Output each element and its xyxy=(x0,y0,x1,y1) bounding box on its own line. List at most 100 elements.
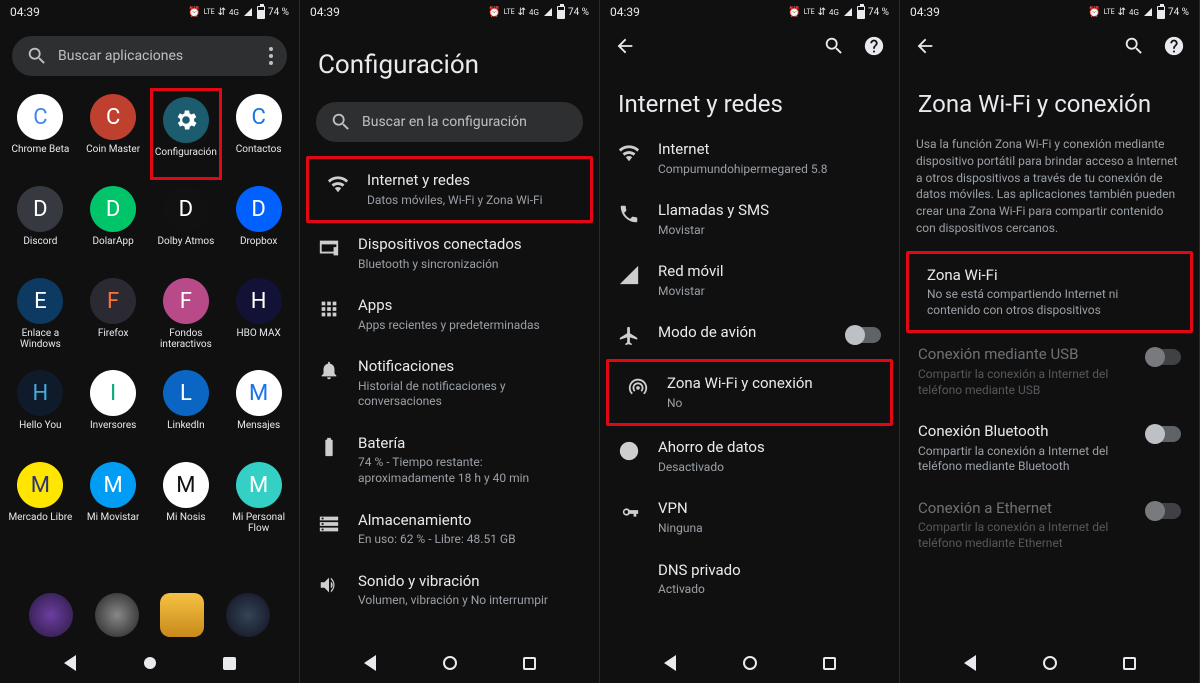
search-icon[interactable] xyxy=(823,35,845,57)
network-item-vpn[interactable]: VPNNinguna xyxy=(600,487,899,548)
help-icon[interactable] xyxy=(863,35,885,57)
item-title: Internet xyxy=(658,140,881,160)
app-dolarapp[interactable]: DDolarApp xyxy=(77,180,150,272)
item-title: VPN xyxy=(658,499,881,519)
app-discord[interactable]: DDiscord xyxy=(4,180,77,272)
panel-internet-redes: 04:39 ⏰ LTE ⇵ 4G 74 % Internet y redes I… xyxy=(600,0,900,683)
nav-home[interactable] xyxy=(1040,653,1060,673)
nav-recent[interactable] xyxy=(519,653,539,673)
item-title: Llamadas y SMS xyxy=(658,201,881,221)
signal-icon xyxy=(618,264,640,286)
battery-pct: 74 % xyxy=(268,7,289,18)
item-subtitle: Bluetooth y sincronización xyxy=(358,257,581,273)
app-icon: D xyxy=(90,186,136,232)
search-apps[interactable]: Buscar aplicaciones xyxy=(12,36,287,76)
battery-icon xyxy=(557,6,565,19)
item-title: Notificaciones xyxy=(358,357,581,377)
nav-back[interactable] xyxy=(660,653,680,673)
app-firefox[interactable]: FFirefox xyxy=(77,272,150,364)
nav-back[interactable] xyxy=(960,653,980,673)
search-icon[interactable] xyxy=(1123,35,1145,57)
status-bar: 04:39 ⏰ LTE ⇵ 4G 74 % xyxy=(0,0,299,24)
status-bar: 04:39 ⏰ LTE ⇵ 4G 74 % xyxy=(600,0,899,24)
settings-item-dispositivos-conectados[interactable]: Dispositivos conectadosBluetooth y sincr… xyxy=(300,223,599,284)
nav-recent[interactable] xyxy=(819,653,839,673)
settings-item-sonido-y-vibraci-n[interactable]: Sonido y vibraciónVolumen, vibración y N… xyxy=(300,560,599,621)
app-label: Chrome Beta xyxy=(11,144,69,155)
toggle[interactable] xyxy=(847,327,881,343)
app-icon: M xyxy=(236,462,282,508)
nav-back[interactable] xyxy=(60,653,80,673)
network-item-dns-privado[interactable]: DNS privadoActivado xyxy=(600,549,899,610)
app-linkedin[interactable]: LLinkedIn xyxy=(150,364,223,456)
nav-recent[interactable] xyxy=(1119,653,1139,673)
app-icon xyxy=(163,97,209,143)
app-mi-nosis[interactable]: MMi Nosis xyxy=(150,456,223,548)
network-item-red-m-vil[interactable]: Red móvilMovistar xyxy=(600,250,899,311)
network-item-zona-wi-fi-y-conexi-n[interactable]: Zona Wi-Fi y conexiónNo xyxy=(609,362,890,423)
settings-item-bater-a[interactable]: Batería74 % - Tiempo restante: aproximad… xyxy=(300,422,599,499)
nav-home[interactable] xyxy=(440,653,460,673)
back-icon[interactable] xyxy=(914,35,936,57)
item-title: Batería xyxy=(358,434,581,454)
network-item-internet[interactable]: InternetCompumundohipermegared 5.8 xyxy=(600,128,899,189)
item-subtitle: No se está compartiendo Internet ni cont… xyxy=(927,287,1172,318)
app-contactos[interactable]: CContactos xyxy=(222,88,295,180)
battery-icon xyxy=(257,6,265,19)
help-icon[interactable] xyxy=(1163,35,1185,57)
app-coin-master[interactable]: CCoin Master xyxy=(77,88,150,180)
battery-icon xyxy=(857,6,865,19)
app-mensajes[interactable]: MMensajes xyxy=(222,364,295,456)
app-icon: H xyxy=(236,278,282,324)
settings-list: Zona Wi-FiNo se está compartiendo Intern… xyxy=(900,251,1199,643)
settings-item-almacenamiento[interactable]: AlmacenamientoEn uso: 62 % - Libre: 48.5… xyxy=(300,499,599,560)
app-inversores[interactable]: IInversores xyxy=(77,364,150,456)
network-item-modo-de-avi-n[interactable]: Modo de avión xyxy=(600,311,899,359)
search-placeholder: Buscar aplicaciones xyxy=(58,48,183,64)
network-item-llamadas-y-sms[interactable]: Llamadas y SMSMovistar xyxy=(600,189,899,250)
app-label: Configuración xyxy=(155,147,217,158)
app-dolby-atmos[interactable]: DDolby Atmos xyxy=(150,180,223,272)
app-icon: M xyxy=(17,462,63,508)
dock-app-4[interactable] xyxy=(226,593,270,637)
item-subtitle: En uso: 62 % - Libre: 48.51 GB xyxy=(358,532,581,548)
nav-bar xyxy=(600,643,899,683)
toggle[interactable] xyxy=(1147,426,1181,442)
item-subtitle: Movistar xyxy=(658,284,881,300)
app-chrome-beta[interactable]: CChrome Beta xyxy=(4,88,77,180)
app-enlace-a-windows[interactable]: EEnlace a Windows xyxy=(4,272,77,364)
app-mi-movistar[interactable]: MMi Movistar xyxy=(77,456,150,548)
app-mercado-libre[interactable]: M Mercado Libre xyxy=(4,456,77,548)
dock-app-2[interactable] xyxy=(95,593,139,637)
nav-back[interactable] xyxy=(360,653,380,673)
nav-recent[interactable] xyxy=(219,653,239,673)
app-icon: I xyxy=(90,370,136,416)
app-configuraci-n[interactable]: Configuración xyxy=(150,88,223,180)
app-icon: F xyxy=(90,278,136,324)
app-label: Mercado Libre xyxy=(8,512,72,523)
settings-item-internet-y-redes[interactable]: Internet y redesDatos móviles, Wi-Fi y Z… xyxy=(309,159,590,220)
dock-app-3[interactable] xyxy=(160,593,204,637)
battery-pct: 74 % xyxy=(868,7,889,18)
item-title: Ahorro de datos xyxy=(658,438,881,458)
page-title: Configuración xyxy=(300,24,599,94)
lte-icon: LTE xyxy=(504,8,515,16)
settings-item-apps[interactable]: AppsApps recientes y predeterminadas xyxy=(300,284,599,345)
nav-home[interactable] xyxy=(740,653,760,673)
signal-icon xyxy=(544,8,552,16)
app-fondos-interactivos[interactable]: FFondos interactivos xyxy=(150,272,223,364)
search-settings[interactable]: Buscar en la configuración xyxy=(316,102,583,142)
back-icon[interactable] xyxy=(614,35,636,57)
tether-item-conexi-n-bluetooth[interactable]: Conexión BluetoothCompartir la conexión … xyxy=(900,410,1199,487)
more-icon[interactable] xyxy=(269,47,273,65)
app-dropbox[interactable]: DDropbox xyxy=(222,180,295,272)
item-title: Conexión a Ethernet xyxy=(918,499,1129,519)
settings-item-notificaciones[interactable]: NotificacionesHistorial de notificacione… xyxy=(300,345,599,422)
network-item-ahorro-de-datos[interactable]: Ahorro de datosDesactivado xyxy=(600,426,899,487)
app-hello-you[interactable]: HHello You xyxy=(4,364,77,456)
nav-home[interactable] xyxy=(140,653,160,673)
app-hbo-max[interactable]: HHBO MAX xyxy=(222,272,295,364)
dock-app-1[interactable] xyxy=(29,593,73,637)
tether-item-zona-wi-fi[interactable]: Zona Wi-FiNo se está compartiendo Intern… xyxy=(909,254,1190,331)
app-mi-personal-flow[interactable]: MMi Personal Flow xyxy=(222,456,295,548)
